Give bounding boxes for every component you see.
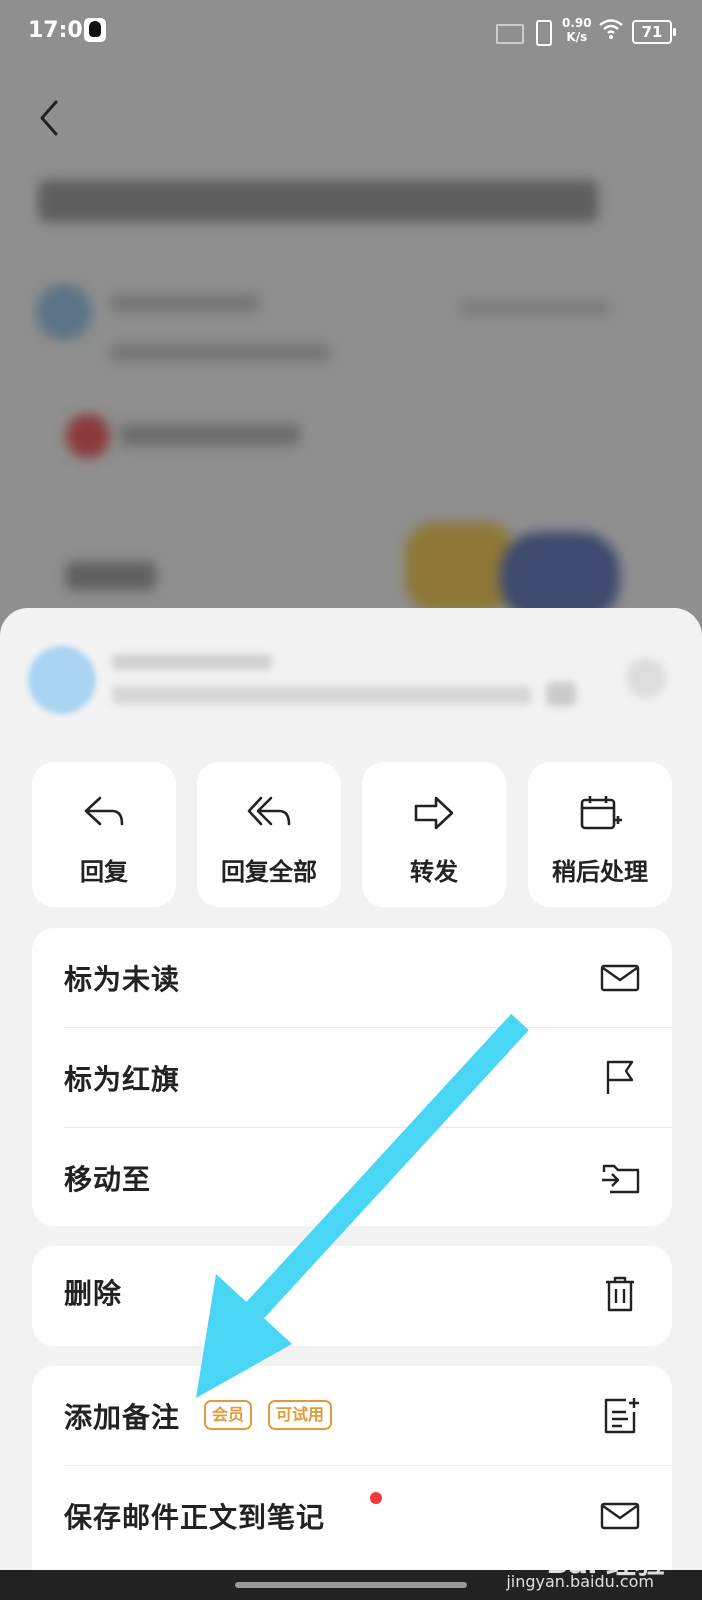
reply-icon — [84, 796, 124, 826]
vibrate-icon — [536, 20, 552, 46]
add-note-label: 添加备注 — [64, 1401, 181, 1434]
handle-later-label: 稍后处理 — [552, 858, 648, 886]
reply-all-button[interactable]: 回复全部 — [197, 762, 341, 907]
mail-note-icon — [600, 1502, 640, 1530]
member-badge: 会员 — [204, 1400, 253, 1430]
flag-icon — [606, 1060, 634, 1094]
cast-icon — [496, 24, 524, 44]
blurred-logo — [66, 414, 110, 458]
blurred-tag — [546, 682, 576, 706]
back-arrow-icon[interactable] — [34, 98, 62, 138]
blurred-brand — [120, 424, 300, 446]
reply-all-label: 回复全部 — [221, 858, 317, 886]
menu-group-mark: 标为未读 标为红旗 移动至 — [32, 928, 672, 1226]
handle-later-button[interactable]: 稍后处理 — [528, 762, 672, 907]
mark-unread-label: 标为未读 — [64, 963, 181, 996]
blurred-sender — [110, 294, 260, 312]
reply-all-icon — [247, 796, 291, 826]
move-to-label: 移动至 — [64, 1163, 152, 1196]
status-bar: 17:06 0.90 K/s 71 — [0, 0, 702, 62]
sheet-sender-header — [0, 608, 702, 738]
delete-item[interactable]: 删除 — [32, 1246, 672, 1346]
note-add-icon — [604, 1398, 639, 1434]
network-speed: 0.90 K/s — [562, 16, 592, 44]
new-indicator-dot — [370, 1492, 382, 1504]
mark-flag-item[interactable]: 标为红旗 — [32, 1028, 672, 1128]
network-speed-unit: K/s — [566, 30, 588, 44]
menu-group-delete: 删除 — [32, 1246, 672, 1346]
envelope-icon — [600, 964, 640, 992]
blurred-preview — [112, 686, 532, 704]
sender-avatar — [28, 646, 96, 714]
network-speed-value: 0.90 — [562, 16, 592, 30]
mark-unread-item[interactable]: 标为未读 — [32, 928, 672, 1028]
calendar-add-icon — [580, 796, 622, 830]
delete-label: 删除 — [64, 1277, 123, 1310]
move-to-item[interactable]: 移动至 — [32, 1128, 672, 1228]
trial-badge: 可试用 — [268, 1400, 333, 1430]
blurred-sender-name — [112, 654, 272, 670]
blurred-date — [460, 300, 610, 316]
blurred-recipient — [110, 344, 330, 362]
add-note-item[interactable]: 添加备注 会员 可试用 — [32, 1366, 672, 1466]
reply-label: 回复 — [80, 858, 128, 886]
trash-icon — [606, 1276, 634, 1312]
email-background — [0, 62, 702, 622]
blurred-subject — [38, 180, 598, 222]
qq-notification-icon — [84, 18, 106, 42]
blurred-text — [66, 562, 156, 590]
blurred-close-icon[interactable] — [626, 658, 666, 698]
blurred-image — [405, 522, 515, 612]
forward-button[interactable]: 转发 — [362, 762, 506, 907]
battery-indicator: 71 — [632, 20, 676, 44]
mark-flag-label: 标为红旗 — [64, 1063, 181, 1096]
quick-actions: 回复 回复全部 转发 稍后处理 — [32, 762, 672, 907]
watermark-url: jingyan.baidu.com — [506, 1572, 654, 1591]
wifi-icon — [599, 19, 623, 39]
folder-move-icon — [602, 1164, 640, 1194]
home-gesture-handle[interactable] — [235, 1582, 467, 1588]
save-to-note-label: 保存邮件正文到笔记 — [64, 1501, 326, 1534]
blurred-avatar — [36, 284, 92, 340]
reply-button[interactable]: 回复 — [32, 762, 176, 907]
forward-label: 转发 — [410, 858, 458, 886]
forward-icon — [414, 796, 454, 830]
action-sheet: 回复 回复全部 转发 稍后处理 标为未读 标为红旗 移动至 删除 添加备注 会员… — [0, 608, 702, 1600]
